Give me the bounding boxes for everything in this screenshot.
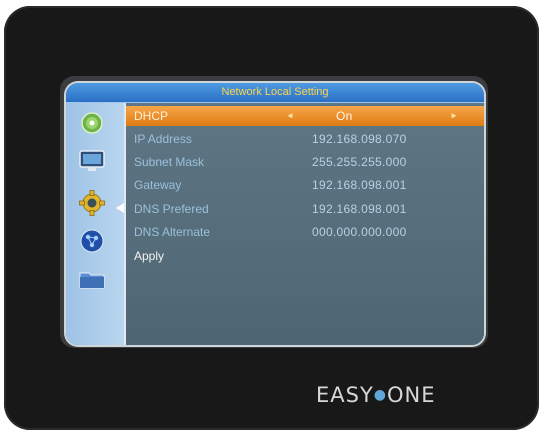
disc-icon[interactable] [78,111,106,135]
dns-preferred-row[interactable]: DNS Prefered 192.168.098.001 [126,199,484,219]
setting-value: 192.168.098.070 [312,132,407,146]
dns-alternate-row[interactable]: DNS Alternate 000.000.000.000 [126,222,484,242]
arrow-right-icon[interactable]: ► [450,106,458,126]
settings-sidebar [66,103,126,345]
brand-text-left: EASY [316,383,374,407]
ip-address-row[interactable]: IP Address 192.168.098.070 [126,129,484,149]
setting-value: 192.168.098.001 [312,202,407,216]
apply-label: Apply [134,249,165,263]
folder-icon[interactable] [78,267,106,291]
gateway-row[interactable]: Gateway 192.168.098.001 [126,175,484,195]
setting-label: Gateway [134,178,182,192]
monitor-icon[interactable] [78,149,106,173]
subnet-mask-row[interactable]: Subnet Mask 255.255.255.000 [126,152,484,172]
arrow-left-icon[interactable]: ◄ [286,106,294,126]
setting-label: IP Address [134,132,192,146]
setting-value: 255.255.255.000 [312,155,407,169]
setting-value: 192.168.098.001 [312,178,407,192]
brand-logo: EASY●ONE [316,383,436,407]
apply-button[interactable]: Apply [126,246,484,266]
brand-text-right: ONE [387,383,436,407]
gear-icon[interactable] [78,190,106,216]
network-settings-panel: Network Local Setting DHCP ◄ On ► IP Add… [66,83,484,345]
setting-value: On [336,109,353,123]
setting-label: DNS Prefered [134,202,209,216]
setting-label: DNS Alternate [134,225,211,239]
brand-dot-icon: ● [373,387,388,403]
panel-title: Network Local Setting [66,83,484,103]
dhcp-row[interactable]: DHCP ◄ On ► [126,106,484,126]
setting-label: DHCP [134,109,169,123]
network-globe-icon[interactable] [78,229,106,253]
setting-label: Subnet Mask [134,155,205,169]
selected-category-pointer [116,203,124,213]
setting-value: 000.000.000.000 [312,225,407,239]
settings-list: DHCP ◄ On ► IP Address 192.168.098.070 S… [126,103,484,345]
